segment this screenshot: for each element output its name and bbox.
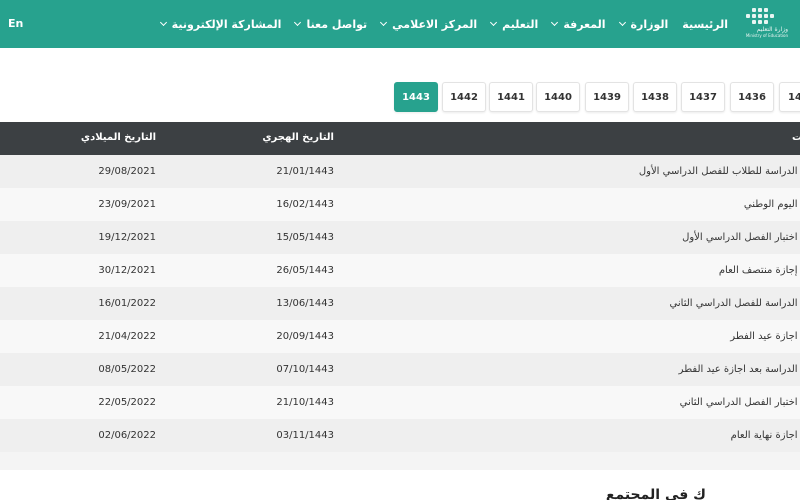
table-header: التاريخ الميلادي التاريخ الهجري ت [0, 122, 800, 155]
gregorian-date: 30/12/2021 [98, 265, 156, 276]
table-row: 29/08/2021 21/01/1443 ة الدراسة للطلاب ل… [0, 155, 800, 188]
hijri-date: 16/02/1443 [276, 199, 334, 210]
year-tab-partial[interactable]: 14 [779, 82, 800, 112]
chevron-down-icon [380, 18, 388, 27]
top-nav: En الرئيسية الوزارة المعرفة التعليم المر… [0, 0, 800, 48]
hijri-date: 21/10/1443 [276, 397, 334, 408]
main-menu: الرئيسية الوزارة المعرفة التعليم المركز … [147, 0, 728, 48]
nav-item-label: المركز الاعلامي [392, 17, 478, 31]
table-row: 23/09/2021 16/02/1443 ة اليوم الوطني [0, 188, 800, 221]
event-name: ة اجازة عيد الفطر [730, 331, 800, 342]
table-row: 21/04/2022 20/09/1443 ة اجازة عيد الفطر [0, 320, 800, 353]
nav-item-e-participation[interactable]: المشاركة الإلكترونية [159, 17, 282, 31]
gregorian-date: 16/01/2022 [98, 298, 156, 309]
language-toggle[interactable]: En [8, 17, 23, 30]
gregorian-date: 23/09/2021 [98, 199, 156, 210]
event-name: ة اختبار الفصل الدراسي الثاني [679, 397, 800, 408]
nav-item-home[interactable]: الرئيسية [682, 18, 728, 31]
gregorian-date: 02/06/2022 [98, 430, 156, 441]
event-name: ة الدراسة للطلاب للفصل الدراسي الأول [638, 166, 800, 177]
hijri-date: 20/09/1443 [276, 331, 334, 342]
event-name: ة الدراسة بعد اجازة عيد الفطر [678, 364, 800, 375]
nav-item-knowledge[interactable]: المعرفة [551, 17, 606, 31]
nav-item-ministry[interactable]: الوزارة [618, 17, 669, 31]
logo-subtitle: Ministry of Education [745, 33, 788, 38]
nav-item-label: التعليم [502, 17, 539, 31]
ministry-logo[interactable]: وزارة التعليم Ministry of Education [740, 6, 788, 42]
table-row: 16/01/2022 13/06/1443 ة الدراسة للفصل ال… [0, 287, 800, 320]
event-name: ة اجازة نهاية العام [730, 430, 800, 441]
chevron-down-icon [159, 18, 167, 27]
year-tab-1436[interactable]: 1436 [730, 82, 774, 112]
hijri-date: 15/05/1443 [276, 232, 334, 243]
chevron-down-icon [294, 18, 302, 27]
nav-item-media-center[interactable]: المركز الاعلامي [380, 17, 478, 31]
event-name: ة اليوم الوطني [743, 199, 800, 210]
chevron-down-icon [618, 18, 626, 27]
hijri-date: 03/11/1443 [276, 430, 334, 441]
nav-item-label: تواصل معنا [306, 17, 368, 31]
table-row: 22/05/2022 21/10/1443 ة اختبار الفصل الد… [0, 386, 800, 419]
nav-item-contact[interactable]: تواصل معنا [294, 17, 368, 31]
gregorian-date: 08/05/2022 [98, 364, 156, 375]
section-heading: ك في المجتمع [605, 487, 706, 500]
hijri-date: 21/01/1443 [276, 166, 334, 177]
logo-text: وزارة التعليم Ministry of Education [740, 26, 788, 38]
hijri-date: 13/06/1443 [276, 298, 334, 309]
bottom-section: ك في المجتمع [0, 470, 800, 500]
year-tab-1438[interactable]: 1438 [633, 82, 677, 112]
nav-item-label: الرئيسية [682, 17, 728, 31]
year-tab-1439[interactable]: 1439 [585, 82, 629, 112]
year-tab-1440[interactable]: 1440 [536, 82, 580, 112]
event-name: ة إجازة منتصف العام [718, 265, 800, 276]
gregorian-date: 21/04/2022 [98, 331, 156, 342]
table-row: 30/12/2021 26/05/1443 ة إجازة منتصف العا… [0, 254, 800, 287]
hijri-date: 07/10/1443 [276, 364, 334, 375]
year-tab-1437[interactable]: 1437 [681, 82, 725, 112]
logo-mark-icon [740, 6, 788, 26]
chevron-down-icon [490, 18, 498, 27]
column-header-gregorian: التاريخ الميلادي [80, 132, 156, 143]
hijri-date: 26/05/1443 [276, 265, 334, 276]
column-header-event: ت [791, 132, 800, 143]
year-tabs: 1443 1442 1441 1440 1439 1438 1437 1436 … [0, 82, 800, 112]
gregorian-date: 29/08/2021 [98, 166, 156, 177]
year-tab-1443[interactable]: 1443 [394, 82, 438, 112]
table-row: 02/06/2022 03/11/1443 ة اجازة نهاية العا… [0, 419, 800, 452]
logo-title: وزارة التعليم [756, 26, 788, 33]
year-tab-1442[interactable]: 1442 [442, 82, 486, 112]
nav-item-label: الوزارة [630, 17, 669, 31]
event-name: ة اختبار الفصل الدراسي الأول [682, 232, 800, 243]
gregorian-date: 19/12/2021 [98, 232, 156, 243]
nav-item-education[interactable]: التعليم [490, 17, 539, 31]
year-tab-1441[interactable]: 1441 [489, 82, 533, 112]
gregorian-date: 22/05/2022 [98, 397, 156, 408]
chevron-down-icon [551, 18, 559, 27]
nav-item-label: المعرفة [563, 17, 606, 31]
table-row: 08/05/2022 07/10/1443 ة الدراسة بعد اجاز… [0, 353, 800, 386]
column-header-hijri: التاريخ الهجري [262, 132, 334, 143]
event-name: ة الدراسة للفصل الدراسي الثاني [669, 298, 800, 309]
table-row: 19/12/2021 15/05/1443 ة اختبار الفصل الد… [0, 221, 800, 254]
nav-item-label: المشاركة الإلكترونية [171, 17, 282, 31]
